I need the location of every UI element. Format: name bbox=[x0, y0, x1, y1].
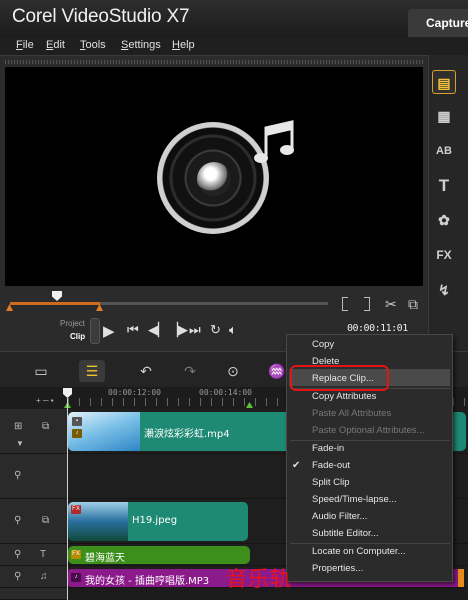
storyboard-view-button[interactable]: ▭ bbox=[28, 360, 54, 382]
scissors-icon[interactable]: ✂ bbox=[385, 296, 397, 313]
menu-audio-filter[interactable]: Audio Filter... bbox=[312, 511, 367, 522]
collapse-icon[interactable]: ▼ bbox=[16, 439, 24, 448]
menu-split-clip[interactable]: Split Clip bbox=[312, 477, 350, 488]
menu-speed-time-lapse[interactable]: Speed/Time-lapse... bbox=[312, 494, 397, 505]
annotation-music-track: 音乐轨 bbox=[226, 567, 292, 591]
enlarge-icon[interactable]: ⧉ bbox=[408, 296, 418, 313]
media-icon[interactable]: ▤ bbox=[432, 70, 456, 94]
instant-project-icon[interactable]: ▦ bbox=[432, 104, 456, 128]
checkmark-icon: ✔ bbox=[292, 460, 301, 471]
transition-icon[interactable]: AB bbox=[432, 139, 456, 163]
title-track-lock-icon: ⚲ bbox=[14, 549, 22, 560]
menu-properties[interactable]: Properties... bbox=[312, 563, 363, 574]
menu-paste-all-attributes[interactable]: Paste All Attributes bbox=[312, 408, 391, 419]
playhead-line bbox=[67, 398, 68, 600]
menu-fade-out[interactable]: Fade-out bbox=[312, 460, 350, 471]
repeat-icon[interactable]: ↻ bbox=[210, 322, 221, 338]
fx-icon[interactable]: FX bbox=[432, 243, 456, 267]
speaker-cone bbox=[197, 162, 231, 196]
menu-file[interactable]: File bbox=[16, 39, 34, 51]
mark-out-icon[interactable] bbox=[364, 297, 370, 311]
zoom-controls[interactable]: + ─ ▪ bbox=[36, 396, 54, 405]
music-clip-name: 我的女孩 - 插曲哼唱版.MP3 bbox=[85, 576, 210, 587]
volume-icon[interactable]: 🔈︎ bbox=[229, 322, 237, 338]
overlay-ripple-icon[interactable]: ⧉ bbox=[42, 515, 49, 526]
play-icon[interactable]: ▶ bbox=[103, 322, 115, 340]
path-icon[interactable]: ↯ bbox=[432, 278, 456, 302]
title-track-icon: T bbox=[40, 549, 47, 560]
undo-icon[interactable]: ↶ bbox=[136, 360, 156, 382]
overlay-clip-name: H19.jpeg bbox=[132, 515, 178, 526]
overlay-clip[interactable]: FX H19.jpeg bbox=[68, 502, 248, 541]
track-link-icon: ⚲ bbox=[14, 470, 22, 481]
menu-copy[interactable]: Copy bbox=[312, 339, 334, 350]
menu-edit[interactable]: Edit bbox=[46, 39, 65, 51]
video-clip-name: 瀨淚炫彩彩虹.mp4 bbox=[144, 429, 230, 440]
redo-icon[interactable]: ↷ bbox=[180, 360, 200, 382]
video-track-icon: ⊞ bbox=[14, 421, 23, 432]
app-title: Corel VideoStudio X7 bbox=[12, 6, 190, 27]
preview-window[interactable] bbox=[5, 67, 423, 286]
menu-locate-on-computer[interactable]: Locate on Computer... bbox=[312, 546, 405, 557]
music-note-icon bbox=[254, 120, 294, 163]
menu-separator bbox=[290, 440, 450, 441]
menu-copy-attributes[interactable]: Copy Attributes bbox=[312, 391, 376, 402]
music-track-lock-icon: ⚲ bbox=[14, 571, 22, 582]
home-icon[interactable]: ⏮ bbox=[127, 322, 139, 338]
title-clip[interactable]: FX 碧海蓝天 bbox=[68, 546, 250, 564]
library-strip bbox=[428, 55, 468, 351]
title-icon[interactable]: T bbox=[432, 174, 456, 198]
music-track-header[interactable]: ⚲ ♫ bbox=[0, 566, 68, 588]
menu-subtitle-editor[interactable]: Subtitle Editor... bbox=[312, 528, 379, 539]
panel-grip[interactable] bbox=[5, 60, 423, 64]
mode-clip-label[interactable]: Clip bbox=[70, 332, 85, 341]
end-icon[interactable]: ⏭ bbox=[189, 322, 201, 338]
timeline-view-button[interactable]: ☰ bbox=[79, 360, 105, 382]
menu-help[interactable]: Help bbox=[172, 39, 195, 51]
ruler-time-2: 00:00:14:00 bbox=[199, 388, 252, 397]
record-capture-icon[interactable]: ⊙ bbox=[223, 360, 243, 382]
music-clip-end-marker bbox=[458, 569, 464, 587]
fx-badge-icon: FX bbox=[71, 505, 81, 514]
mode-toggle[interactable] bbox=[90, 318, 100, 344]
ruler-time-1: 00:00:12:00 bbox=[108, 388, 161, 397]
menu-paste-optional-attributes[interactable]: Paste Optional Attributes... bbox=[312, 425, 424, 436]
sound-mixer-icon[interactable]: ♒ bbox=[267, 360, 287, 382]
title-bar: Corel VideoStudio X7 Capture bbox=[0, 0, 468, 37]
menu-settings[interactable]: Settings bbox=[121, 39, 161, 51]
video-track-header[interactable]: ⊞ ⧉ ▼ bbox=[0, 409, 68, 454]
track-header-empty[interactable]: ⚲ bbox=[0, 454, 68, 499]
clip-audio-icon: ♪ bbox=[72, 429, 82, 438]
trim-range bbox=[10, 302, 100, 305]
title-track-header[interactable]: ⚲ T bbox=[0, 544, 68, 566]
title-clip-text: 碧海蓝天 bbox=[85, 553, 125, 564]
music-track-icon: ♫ bbox=[40, 571, 48, 582]
prev-frame-icon[interactable]: ◀▏ bbox=[148, 322, 168, 338]
overlay-track-icon: ⚲ bbox=[14, 515, 22, 526]
graphic-icon[interactable]: ✿ bbox=[432, 208, 456, 232]
ripple-icon[interactable]: ⧉ bbox=[42, 421, 49, 432]
mode-project-label[interactable]: Project bbox=[60, 319, 85, 328]
next-frame-icon[interactable]: ▕▶ bbox=[168, 322, 188, 338]
annotation-highlight-box bbox=[290, 365, 389, 391]
track-header-extra[interactable] bbox=[0, 588, 68, 600]
menu-separator bbox=[290, 543, 450, 544]
title-fx-badge-icon: FX bbox=[71, 550, 81, 559]
overlay-track-header[interactable]: ⚲ ⧉ bbox=[0, 499, 68, 544]
music-clip-icon: ♪ bbox=[71, 573, 81, 582]
clip-flag-icon: ▪ bbox=[72, 417, 82, 426]
mark-in-icon[interactable] bbox=[342, 297, 348, 311]
menu-fade-in[interactable]: Fade-in bbox=[312, 443, 344, 454]
menu-bar: File Edit Tools Settings Help bbox=[0, 37, 468, 55]
tab-capture[interactable]: Capture bbox=[408, 9, 468, 37]
menu-tools[interactable]: Tools bbox=[80, 39, 106, 51]
